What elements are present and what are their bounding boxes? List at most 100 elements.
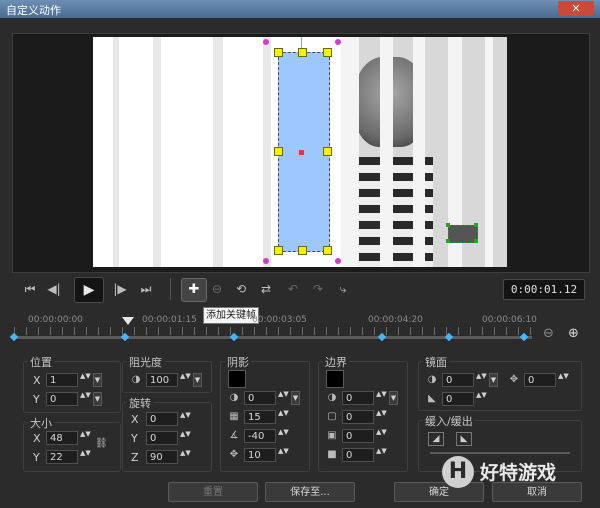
fade-in-icon[interactable]: ◢ — [428, 432, 444, 446]
resize-handle-s[interactable] — [298, 246, 307, 255]
opacity-input[interactable]: 100 — [146, 373, 178, 387]
zoom-in-icon[interactable]: ⊕ — [568, 326, 579, 341]
resize-handle-w[interactable] — [274, 147, 283, 156]
shadow-blur-stepper[interactable]: ▲▼ — [278, 410, 289, 424]
position-x-input[interactable]: 1 — [46, 373, 78, 387]
border-title: 边界 — [323, 354, 349, 370]
watermark-logo: H — [442, 456, 474, 488]
shadow-blur-input[interactable]: 15 — [244, 410, 276, 424]
next-frame-button[interactable]: |▶ — [110, 279, 130, 299]
mirror-opacity-input[interactable]: 0 — [442, 373, 474, 387]
center-point[interactable] — [299, 150, 304, 155]
rotation-y-label: Y — [131, 432, 138, 445]
rotation-z-input[interactable]: 90 — [146, 450, 178, 464]
rotation-x-input[interactable]: 0 — [146, 412, 178, 426]
resize-handle-ne[interactable] — [323, 48, 332, 57]
zoom-out-icon[interactable]: ⊖ — [543, 326, 554, 341]
mirror-opacity-dropdown[interactable]: ▼ — [489, 373, 498, 387]
reset-button[interactable]: 重置 — [168, 482, 258, 502]
link-icon[interactable]: ⛓ — [95, 438, 108, 450]
resize-handle-e[interactable] — [323, 147, 332, 156]
shadow-angle-icon: ∡ — [229, 430, 239, 441]
next-keyframe-button[interactable]: ↷ — [308, 279, 328, 299]
add-keyframe-button[interactable]: ✚ — [181, 278, 207, 302]
mirror-opacity-stepper[interactable]: ▲▼ — [476, 373, 487, 387]
shadow-angle-stepper[interactable]: ▲▼ — [278, 429, 289, 443]
border-value4-stepper[interactable]: ▲▼ — [376, 448, 387, 462]
shadow-angle-input[interactable]: -40 — [244, 429, 276, 443]
shadow-opacity-stepper[interactable]: ▲▼ — [278, 391, 289, 405]
shadow-color-swatch[interactable] — [228, 370, 246, 388]
keyframe-timeline[interactable]: 00:00:00:00 00:00:01:15 00:00:03:05 00:0… — [9, 315, 537, 345]
thumb-handle[interactable] — [474, 223, 478, 227]
border-width-dropdown[interactable]: ▼ — [389, 391, 398, 405]
border-fill-icon: ■ — [327, 449, 337, 460]
remove-keyframe-button[interactable]: ⊖ — [207, 279, 227, 299]
position-y-input[interactable]: 0 — [46, 392, 78, 406]
rotate-handle-se[interactable] — [335, 258, 341, 264]
size-x-label: X — [33, 432, 41, 445]
size-y-stepper[interactable]: ▲▼ — [80, 450, 91, 464]
previous-frame-button[interactable]: ◀| — [44, 279, 64, 299]
border-color-swatch[interactable] — [326, 370, 344, 388]
swap-keyframe-button[interactable]: ⇄ — [256, 279, 276, 299]
close-button[interactable]: ✕ — [558, 1, 594, 16]
mirror-value-input[interactable]: 0 — [442, 392, 474, 406]
rotation-title: 旋转 — [127, 395, 153, 411]
timecode-display[interactable]: 0:00:01.12 — [503, 279, 585, 300]
shadow-opacity-input[interactable]: 0 — [244, 391, 276, 405]
rotation-z-stepper[interactable]: ▲▼ — [180, 450, 191, 464]
play-button[interactable]: ▶ — [74, 277, 104, 303]
timeline-track[interactable] — [14, 336, 532, 339]
resize-handle-se[interactable] — [323, 246, 332, 255]
photo-stripe — [413, 37, 425, 267]
rotation-x-stepper[interactable]: ▲▼ — [180, 412, 191, 426]
shadow-opacity-dropdown[interactable]: ▼ — [291, 391, 300, 405]
mirror-offset-input[interactable]: 0 — [524, 373, 556, 387]
border-width-stepper[interactable]: ▲▼ — [376, 391, 387, 405]
opacity-stepper[interactable]: ▲▼ — [180, 373, 191, 387]
photo-stripe — [341, 37, 359, 267]
border-value4-input[interactable]: 0 — [342, 448, 374, 462]
rotation-y-input[interactable]: 0 — [146, 431, 178, 445]
thumb-handle[interactable] — [474, 239, 478, 243]
shadow-distance-stepper[interactable]: ▲▼ — [278, 448, 289, 462]
playhead[interactable] — [121, 317, 134, 325]
mirror-value-stepper[interactable]: ▲▼ — [476, 392, 487, 406]
preview-canvas[interactable] — [93, 37, 507, 267]
previous-keyframe-button[interactable]: ↶ — [283, 279, 303, 299]
size-x-input[interactable]: 48 — [46, 431, 78, 445]
save-to-button[interactable]: 保存至... — [265, 482, 355, 502]
position-x-stepper[interactable]: ▲▼ — [80, 373, 91, 387]
border-value2-input[interactable]: 0 — [342, 410, 374, 424]
position-y-dropdown[interactable]: ▼ — [93, 392, 102, 406]
go-to-start-button[interactable]: ⏮ — [20, 279, 40, 299]
position-y-stepper[interactable]: ▲▼ — [80, 392, 91, 406]
resize-handle-n[interactable] — [298, 48, 307, 57]
resize-handle-sw[interactable] — [274, 246, 283, 255]
opacity-dropdown[interactable]: ▼ — [193, 373, 202, 387]
border-value3-input[interactable]: 0 — [342, 429, 374, 443]
go-to-end-button[interactable]: ⏭ — [136, 279, 156, 299]
border-value2-stepper[interactable]: ▲▼ — [376, 410, 387, 424]
shadow-distance-input[interactable]: 10 — [244, 448, 276, 462]
thumb-handle[interactable] — [446, 223, 450, 227]
border-value3-stepper[interactable]: ▲▼ — [376, 429, 387, 443]
rotation-z-label: Z — [131, 451, 139, 464]
thumb-handle[interactable] — [446, 239, 450, 243]
rotation-y-stepper[interactable]: ▲▼ — [180, 431, 191, 445]
fade-out-icon[interactable]: ◣ — [456, 432, 472, 446]
rotate-handle-sw[interactable] — [263, 258, 269, 264]
copy-keyframe-button[interactable]: ⤷ — [333, 279, 353, 299]
size-y-input[interactable]: 22 — [46, 450, 78, 464]
invert-keyframe-button[interactable]: ⟲ — [231, 279, 251, 299]
resize-handle-nw[interactable] — [274, 48, 283, 57]
position-x-dropdown[interactable]: ▼ — [93, 373, 102, 387]
size-x-stepper[interactable]: ▲▼ — [80, 431, 91, 445]
rotate-handle-ne[interactable] — [335, 39, 341, 45]
mirror-offset-stepper[interactable]: ▲▼ — [558, 373, 569, 387]
opacity-icon: ◑ — [131, 374, 141, 385]
time-label: 00:00:03:05 — [252, 315, 307, 325]
border-width-input[interactable]: 0 — [342, 391, 374, 405]
rotate-handle-nw[interactable] — [263, 39, 269, 45]
